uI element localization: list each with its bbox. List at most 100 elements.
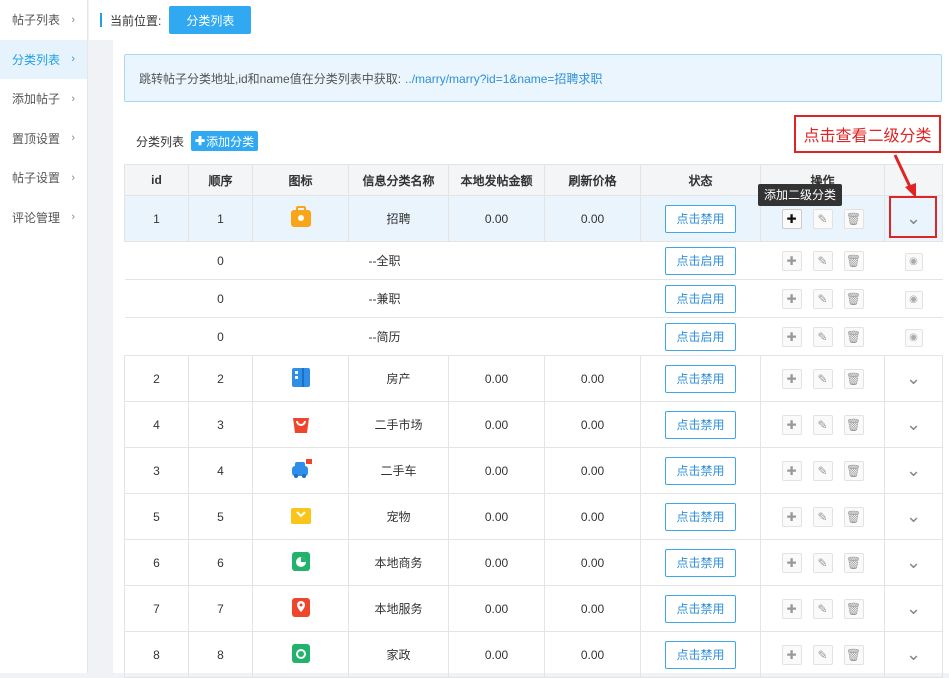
operation-buttons: ✚ ✎ 🗑: [761, 507, 884, 527]
edit-button[interactable]: ✎: [813, 369, 833, 389]
edit-button[interactable]: ✎: [813, 599, 833, 619]
sidebar-item[interactable]: 分类列表›: [0, 40, 87, 80]
cell-post-fee: 0.00: [449, 632, 545, 678]
delete-button[interactable]: 🗑: [844, 289, 864, 309]
breadcrumb-button[interactable]: 分类列表: [169, 6, 251, 34]
chevron-down-icon[interactable]: ⌄: [906, 414, 921, 434]
edit-button[interactable]: ✎: [813, 327, 833, 347]
delete-button[interactable]: 🗑: [844, 461, 864, 481]
edit-button[interactable]: ✎: [813, 553, 833, 573]
cell-id: [125, 280, 189, 318]
status-toggle-button[interactable]: 点击禁用: [665, 549, 735, 577]
cell-expand: ⌄: [885, 494, 943, 540]
add-subcategory-button[interactable]: ✚: [782, 599, 802, 619]
status-toggle-button[interactable]: 点击禁用: [665, 595, 735, 623]
info-banner: 跳转帖子分类地址,id和name值在分类列表中获取: ../marry/marr…: [124, 54, 942, 102]
add-subcategory-button[interactable]: ✚: [782, 289, 802, 309]
chevron-down-icon[interactable]: ⌄: [906, 506, 921, 526]
add-subcategory-button[interactable]: ✚: [782, 327, 802, 347]
cell-status: 点击禁用: [641, 196, 761, 242]
eye-icon[interactable]: ◉: [905, 329, 923, 347]
cell-name: 房产: [349, 356, 449, 402]
status-toggle-button[interactable]: 点击禁用: [665, 205, 735, 233]
status-toggle-button[interactable]: 点击启用: [665, 247, 735, 275]
column-header: 顺序: [189, 165, 253, 196]
plus-icon: ✚: [786, 510, 796, 524]
cell-refresh-price: 0.00: [545, 586, 641, 632]
plus-icon: ✚: [786, 330, 796, 344]
chevron-right-icon: ›: [71, 211, 75, 223]
delete-button[interactable]: 🗑: [844, 251, 864, 271]
chevron-down-icon[interactable]: ⌄: [906, 552, 921, 572]
status-toggle-button[interactable]: 点击禁用: [665, 365, 735, 393]
add-category-button[interactable]: ✚添加分类: [191, 131, 258, 151]
edit-button[interactable]: ✎: [813, 289, 833, 309]
cell-icon: [253, 318, 349, 356]
chevron-down-icon[interactable]: ⌄: [906, 460, 921, 480]
trash-icon: 🗑: [846, 212, 861, 226]
chevron-down-icon[interactable]: ⌄: [906, 644, 921, 664]
add-subcategory-button[interactable]: ✚: [782, 507, 802, 527]
delete-button[interactable]: 🗑: [844, 369, 864, 389]
delete-button[interactable]: 🗑: [844, 327, 864, 347]
edit-button[interactable]: ✎: [813, 415, 833, 435]
sidebar-item[interactable]: 评论管理›: [0, 198, 87, 238]
cell-id: [125, 242, 189, 280]
cell-icon: [253, 494, 349, 540]
status-toggle-button[interactable]: 点击启用: [665, 323, 735, 351]
eye-icon[interactable]: ◉: [905, 253, 923, 271]
location-pin-icon: [289, 595, 313, 619]
cell-operations: ✚ ✎ 🗑: [761, 356, 885, 402]
cell-post-fee: 0.00: [449, 540, 545, 586]
edit-button[interactable]: ✎: [813, 461, 833, 481]
sidebar-item[interactable]: 添加帖子›: [0, 79, 87, 119]
add-subcategory-button[interactable]: ✚: [782, 369, 802, 389]
cell-post-fee: 0.00: [449, 356, 545, 402]
sidebar-item[interactable]: 帖子设置›: [0, 158, 87, 198]
add-subcategory-button[interactable]: ✚: [782, 645, 802, 665]
delete-button[interactable]: 🗑: [844, 599, 864, 619]
cell-refresh-price: 0.00: [545, 448, 641, 494]
add-subcategory-button[interactable]: ✚: [782, 461, 802, 481]
add-subcategory-button[interactable]: ✚: [782, 209, 802, 229]
edit-button[interactable]: ✎: [813, 251, 833, 271]
delete-button[interactable]: 🗑: [844, 415, 864, 435]
chevron-down-icon[interactable]: ⌄: [906, 368, 921, 388]
sidebar-item[interactable]: 帖子列表›: [0, 0, 87, 40]
edit-button[interactable]: ✎: [813, 645, 833, 665]
add-subcategory-button[interactable]: ✚: [782, 553, 802, 573]
operation-buttons: ✚ ✎ 🗑: [761, 415, 884, 435]
sidebar-item[interactable]: 置顶设置›: [0, 119, 87, 159]
status-toggle-button[interactable]: 点击禁用: [665, 411, 735, 439]
shopping-bag-icon: [289, 411, 313, 435]
cell-status: 点击禁用: [641, 356, 761, 402]
delete-button[interactable]: 🗑: [844, 553, 864, 573]
status-toggle-button[interactable]: 点击禁用: [665, 641, 735, 669]
edit-button[interactable]: ✎: [813, 507, 833, 527]
delete-button[interactable]: 🗑: [844, 507, 864, 527]
chevron-right-icon: ›: [71, 14, 75, 26]
delete-button[interactable]: 🗑: [844, 645, 864, 665]
cell-icon: [253, 280, 349, 318]
delete-button[interactable]: 🗑: [844, 209, 864, 229]
eye-icon[interactable]: ◉: [905, 291, 923, 309]
info-url[interactable]: ../marry/marry?id=1&name=招聘求职: [405, 70, 602, 87]
status-toggle-button[interactable]: 点击禁用: [665, 457, 735, 485]
edit-button[interactable]: ✎: [813, 209, 833, 229]
cell-name: 招聘: [349, 196, 449, 242]
pencil-icon: ✎: [817, 648, 827, 662]
cell-id: 8: [125, 632, 189, 678]
cell-refresh-price: 0.00: [545, 540, 641, 586]
status-toggle-button[interactable]: 点击启用: [665, 285, 735, 313]
trash-icon: 🗑: [846, 464, 861, 478]
cell-order: 8: [189, 632, 253, 678]
add-subcategory-button[interactable]: ✚: [782, 415, 802, 435]
cell-id: 6: [125, 540, 189, 586]
add-subcategory-button[interactable]: ✚: [782, 251, 802, 271]
column-header: 刷新价格: [545, 165, 641, 196]
cell-status: 点击禁用: [641, 494, 761, 540]
status-toggle-button[interactable]: 点击禁用: [665, 503, 735, 531]
sidebar-item-label: 添加帖子: [12, 90, 60, 107]
cell-order: 2: [189, 356, 253, 402]
chevron-down-icon[interactable]: ⌄: [906, 598, 921, 618]
